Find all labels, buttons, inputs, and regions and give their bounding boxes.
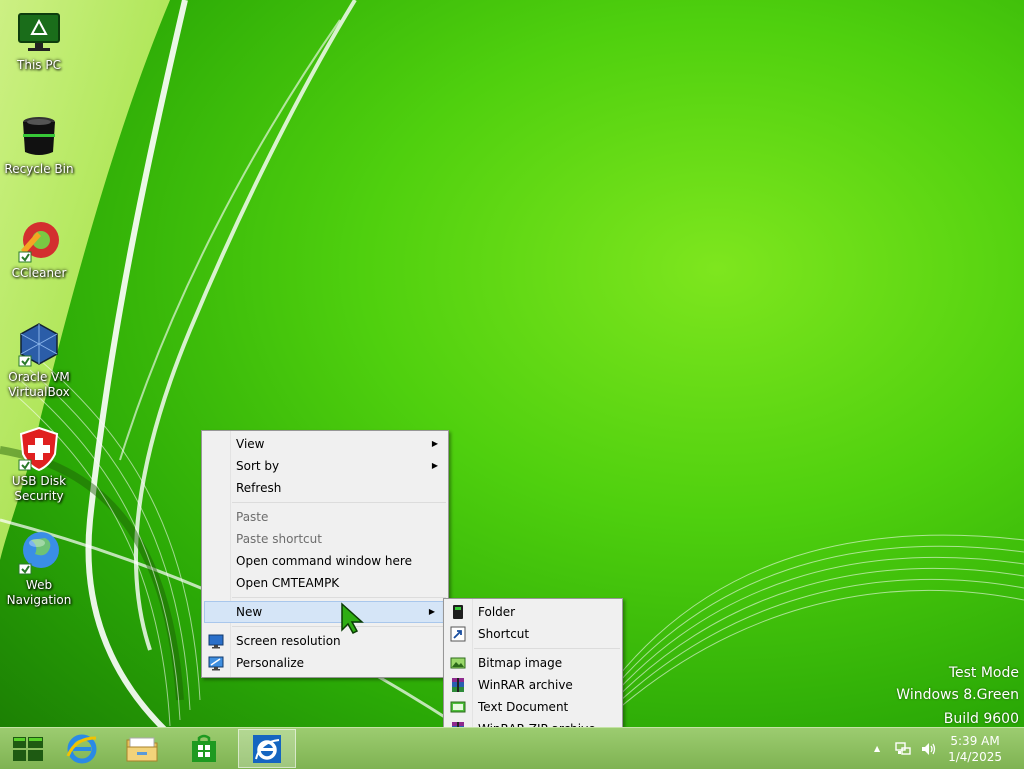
menu-item-open-cmteampk[interactable]: Open CMTEAMPK	[202, 572, 448, 594]
taskbar: ▲ 5:39 AM 1/4/2025	[0, 727, 1024, 769]
taskbar-internet-explorer-metro[interactable]	[238, 729, 296, 768]
volume-icon[interactable]	[920, 741, 938, 757]
taskbar-internet-explorer[interactable]	[54, 729, 110, 768]
desktop-context-menu: View ▶ Sort by ▶ Refresh Paste Paste sho…	[201, 430, 449, 678]
desktop-icon-label: CCleaner	[11, 266, 67, 280]
shield-icon	[15, 424, 63, 472]
submenu-arrow-icon: ▶	[428, 607, 435, 616]
menu-separator	[232, 597, 446, 598]
windows-logo-icon	[13, 736, 43, 761]
menu-separator	[232, 502, 446, 503]
clock-time: 5:39 AM	[950, 734, 1000, 748]
text-document-icon	[450, 699, 466, 715]
desktop-icon-label: Oracle VM VirtualBox	[8, 370, 70, 399]
desktop-icon-ccleaner[interactable]: CCleaner	[4, 210, 74, 281]
taskbar-store[interactable]	[176, 729, 232, 768]
menu-separator	[474, 648, 620, 649]
internet-explorer-icon	[66, 734, 97, 763]
bitmap-icon	[450, 655, 466, 671]
desktop-icon-this-pc[interactable]: This PC	[4, 2, 74, 73]
submenu-item-folder[interactable]: Folder	[444, 601, 622, 623]
windows-edition-text: Windows 8.Green	[896, 687, 1019, 703]
submenu-item-text-document[interactable]: Text Document	[444, 696, 622, 718]
mouse-cursor-icon	[341, 602, 364, 634]
submenu-arrow-icon: ▶	[431, 439, 438, 448]
test-mode-text: Test Mode	[948, 665, 1019, 681]
monitor-icon	[15, 8, 63, 56]
desktop-icon-label: Web Navigation	[6, 578, 72, 607]
submenu-arrow-icon: ▶	[431, 461, 438, 470]
menu-item-personalize[interactable]: Personalize	[202, 652, 448, 674]
submenu-item-shortcut[interactable]: Shortcut	[444, 623, 622, 645]
clock-date: 1/4/2025	[948, 750, 1002, 764]
new-submenu: Folder Shortcut Bitmap image WinRAR arch…	[443, 598, 623, 744]
ccleaner-icon	[15, 216, 63, 264]
submenu-item-bitmap-image[interactable]: Bitmap image	[444, 652, 622, 674]
ie-metro-icon	[253, 734, 281, 763]
display-icon	[208, 633, 224, 649]
taskbar-clock[interactable]: 5:39 AM 1/4/2025	[948, 733, 1002, 765]
personalize-icon	[208, 655, 224, 671]
virtualbox-icon	[15, 320, 63, 368]
desktop-icon-web-navigation[interactable]: Web Navigation	[4, 522, 74, 608]
menu-item-sort-by[interactable]: Sort by ▶	[202, 455, 448, 477]
system-tray: ▲	[874, 728, 938, 769]
folder-icon	[450, 604, 466, 620]
menu-item-view[interactable]: View ▶	[202, 433, 448, 455]
submenu-item-winrar-archive[interactable]: WinRAR archive	[444, 674, 622, 696]
menu-item-paste[interactable]: Paste	[202, 506, 448, 528]
desktop-icon-usb-disk-security[interactable]: USB Disk Security	[4, 418, 74, 504]
menu-item-new[interactable]: New ▶	[204, 601, 446, 623]
show-hidden-icons-arrow-icon[interactable]: ▲	[874, 744, 880, 753]
menu-separator	[232, 626, 446, 627]
start-button[interactable]	[0, 729, 56, 768]
desktop-icon-label: USB Disk Security	[11, 474, 67, 503]
menu-item-screen-resolution[interactable]: Screen resolution	[202, 630, 448, 652]
folder-icon	[126, 737, 158, 761]
menu-item-paste-shortcut[interactable]: Paste shortcut	[202, 528, 448, 550]
taskbar-file-explorer[interactable]	[114, 729, 170, 768]
winrar-icon	[450, 677, 466, 693]
desktop-icon-label: This PC	[17, 58, 61, 72]
desktop-icon-recycle-bin[interactable]: Recycle Bin	[4, 106, 74, 177]
recycle-bin-icon	[15, 112, 63, 160]
build-text: Build 9600	[943, 711, 1019, 727]
menu-item-open-command-window[interactable]: Open command window here	[202, 550, 448, 572]
desktop-icon-virtualbox[interactable]: Oracle VM VirtualBox	[4, 314, 74, 400]
menu-item-refresh[interactable]: Refresh	[202, 477, 448, 499]
store-icon	[192, 734, 216, 762]
globe-icon	[15, 528, 63, 576]
network-icon[interactable]	[894, 741, 912, 757]
shortcut-icon	[450, 626, 466, 642]
desktop-icon-label: Recycle Bin	[4, 162, 74, 176]
